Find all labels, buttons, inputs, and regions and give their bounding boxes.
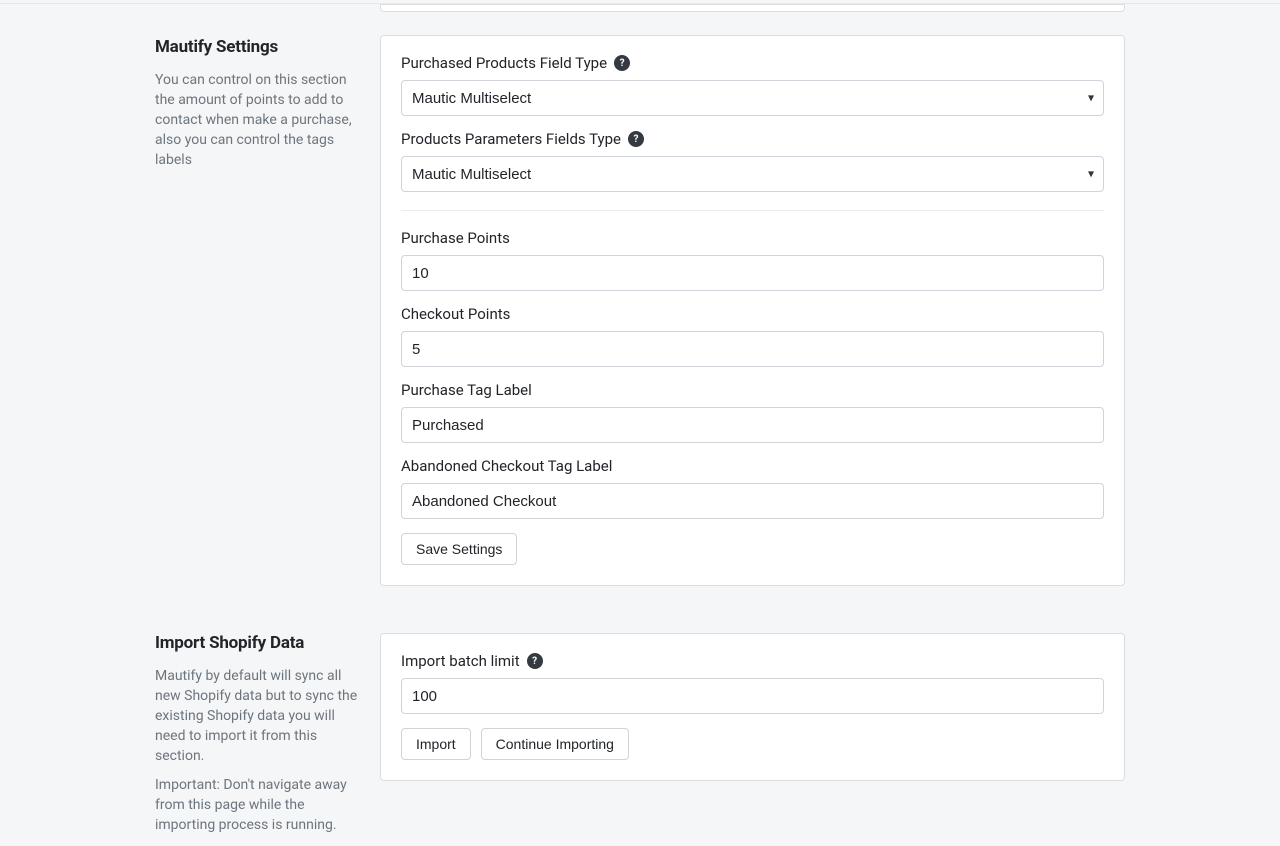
divider xyxy=(401,210,1104,211)
checkout-points-input[interactable] xyxy=(401,331,1104,367)
abandoned-checkout-tag-label-label: Abandoned Checkout Tag Label xyxy=(401,457,1104,475)
help-icon[interactable]: ? xyxy=(628,131,644,147)
label-text: Products Parameters Fields Type xyxy=(401,130,621,148)
purchased-products-field-type-select[interactable]: Mautic Multiselect xyxy=(401,80,1104,116)
mautify-settings-title: Mautify Settings xyxy=(155,37,368,57)
help-icon[interactable]: ? xyxy=(614,55,630,71)
import-shopify-sidebar: Import Shopify Data Mautify by default w… xyxy=(155,633,380,846)
label-text: Abandoned Checkout Tag Label xyxy=(401,457,612,475)
mautify-settings-sidebar: Mautify Settings You can control on this… xyxy=(155,4,380,180)
import-batch-limit-label: Import batch limit ? xyxy=(401,652,1104,670)
purchased-products-field-type-label: Purchased Products Field Type ? xyxy=(401,54,1104,72)
products-parameters-fields-type-label: Products Parameters Fields Type ? xyxy=(401,130,1104,148)
label-text: Purchase Tag Label xyxy=(401,381,532,399)
import-shopify-desc1: Mautify by default will sync all new Sho… xyxy=(155,667,368,766)
label-text: Purchased Products Field Type xyxy=(401,54,607,72)
label-text: Checkout Points xyxy=(401,305,510,323)
checkout-points-label: Checkout Points xyxy=(401,305,1104,323)
continue-importing-button[interactable]: Continue Importing xyxy=(481,728,629,760)
mautify-settings-card: Purchased Products Field Type ? Mautic M… xyxy=(380,35,1125,586)
import-shopify-title: Import Shopify Data xyxy=(155,633,368,653)
purchase-points-input[interactable] xyxy=(401,255,1104,291)
import-batch-limit-input[interactable] xyxy=(401,678,1104,714)
abandoned-checkout-tag-label-input[interactable] xyxy=(401,483,1104,519)
mautify-settings-desc: You can control on this section the amou… xyxy=(155,71,368,170)
purchase-points-label: Purchase Points xyxy=(401,229,1104,247)
purchase-tag-label-label: Purchase Tag Label xyxy=(401,381,1104,399)
label-text: Purchase Points xyxy=(401,229,510,247)
purchase-tag-label-input[interactable] xyxy=(401,407,1104,443)
import-shopify-card: Import batch limit ? Import Continue Imp… xyxy=(380,633,1125,781)
import-shopify-section: Import Shopify Data Mautify by default w… xyxy=(155,633,1125,846)
help-icon[interactable]: ? xyxy=(527,653,543,669)
previous-card-edge xyxy=(380,4,1125,12)
label-text: Import batch limit xyxy=(401,652,520,670)
mautify-settings-section: Mautify Settings You can control on this… xyxy=(155,4,1125,609)
import-shopify-desc2: Important: Don't navigate away from this… xyxy=(155,776,368,836)
save-settings-button[interactable]: Save Settings xyxy=(401,533,517,565)
products-parameters-fields-type-select[interactable]: Mautic Multiselect xyxy=(401,156,1104,192)
import-button[interactable]: Import xyxy=(401,728,471,760)
